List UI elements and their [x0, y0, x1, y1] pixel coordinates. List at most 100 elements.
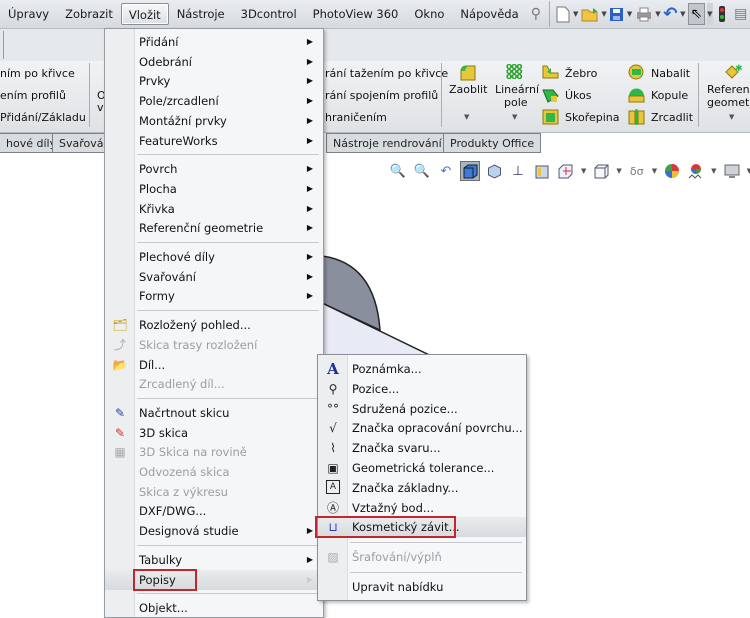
section-dropdown-icon[interactable]: ▼ [581, 167, 586, 175]
reference-geometry-dropdown-icon[interactable]: ▼ [729, 113, 734, 121]
insert-menu-item[interactable]: DXF/DWG... [105, 501, 323, 521]
save-icon[interactable] [609, 5, 624, 23]
glasses-icon[interactable]: δσ [627, 161, 647, 181]
insert-menu-item[interactable]: Formy ▶ [105, 286, 323, 306]
insert-menu-item[interactable]: ✎ 3D skica [105, 423, 323, 443]
tab-weldments[interactable]: Svařová [52, 133, 108, 153]
annotations-menu-item[interactable]: Ⓐ Vztažný bod... [318, 498, 526, 518]
insert-menu-item[interactable]: Křivka ▶ [105, 199, 323, 219]
insert-menu-item[interactable]: 📂 Díl... [105, 355, 323, 375]
insert-menu-item[interactable]: Plocha ▶ [105, 179, 323, 199]
open-dropdown-icon[interactable]: ▼ [601, 10, 607, 18]
menu-upravy[interactable]: Úpravy [0, 3, 57, 25]
section-icon[interactable] [556, 161, 576, 181]
draft-button[interactable]: Úkos [565, 89, 592, 102]
scene-dropdown-icon[interactable]: ▼ [711, 167, 716, 175]
dome-button[interactable]: Kopule [651, 89, 688, 102]
glasses-dropdown-icon[interactable]: ▼ [652, 167, 657, 175]
section-view-icon[interactable] [484, 161, 504, 181]
pin-icon[interactable]: ⚲ [529, 5, 543, 23]
ribbon-swept-boss[interactable]: ním po křivce [0, 67, 75, 80]
annotations-menu-item[interactable]: A Poznámka... [318, 359, 526, 379]
zoom-to-fit-icon[interactable]: 🔍 [388, 161, 408, 181]
linear-pattern-button[interactable]: Lineární [495, 83, 539, 96]
traffic-light-icon[interactable] [715, 5, 729, 23]
mirror-button[interactable]: Zrcadlit [651, 111, 693, 124]
scene-icon[interactable] [686, 161, 706, 181]
appearance-icon[interactable] [662, 161, 682, 181]
monitor-dropdown-icon[interactable]: ▼ [747, 167, 750, 175]
tab-sheet-metal[interactable]: hové díly [0, 133, 56, 153]
new-document-icon[interactable] [556, 5, 570, 23]
view-orientation-icon[interactable]: ⊥ [508, 161, 528, 181]
reference-geometry-button-line2[interactable]: geometr [707, 96, 750, 109]
ribbon-boundary-boss[interactable]: Přidání/Základu [0, 111, 86, 124]
annotations-menu-item[interactable]: ▣ Geometrická tolerance... [318, 458, 526, 478]
print-icon[interactable] [635, 5, 653, 23]
select-pointer-icon[interactable]: ⇖ [688, 3, 705, 25]
save-dropdown-icon[interactable]: ▼ [626, 10, 632, 18]
menu-okno[interactable]: Okno [406, 3, 452, 25]
model-part[interactable] [320, 255, 480, 365]
fillet-button[interactable]: Zaoblit [449, 83, 487, 96]
insert-menu-item[interactable]: Referenční geometrie ▶ [105, 218, 323, 238]
fillet-dropdown-icon[interactable]: ▼ [464, 113, 469, 121]
ribbon-lofted-boss[interactable]: ením profilů [0, 89, 66, 102]
insert-menu-item[interactable]: FeatureWorks ▶ [105, 131, 323, 151]
undo-dropdown-icon[interactable]: ▼ [680, 10, 686, 18]
annotations-menu-item[interactable]: √ Značka opracování povrchu... [318, 418, 526, 438]
options-icon[interactable]: ▤ [734, 5, 748, 23]
shell-button[interactable]: Skořepina [565, 111, 620, 124]
insert-menu-item[interactable]: Odebrání ▶ [105, 52, 323, 72]
insert-menu-item[interactable]: Povrch ▶ [105, 159, 323, 179]
open-folder-icon[interactable] [581, 5, 599, 23]
previous-view-icon[interactable]: ↶ [436, 161, 456, 181]
insert-menu-item[interactable]: ✎ Načrtnout skicu [105, 403, 323, 423]
insert-menu-item[interactable]: Pole/zrcadlení ▶ [105, 91, 323, 111]
hide-show-icon[interactable] [532, 161, 552, 181]
insert-menu-item[interactable]: Designová studie ▶ [105, 521, 323, 541]
menu-nastroje[interactable]: Nástroje [169, 3, 233, 25]
ribbon-lofted-cut[interactable]: rání spojením profilů [325, 89, 438, 102]
wrap-button[interactable]: Nabalit [651, 67, 690, 80]
separator [89, 63, 90, 127]
menu-item-label: Montážní prvky [139, 113, 227, 128]
linear-pattern-dropdown-icon[interactable]: ▼ [512, 113, 517, 121]
annotations-menu-item[interactable]: Upravit nabídku [318, 577, 526, 597]
display-style-icon[interactable] [460, 161, 480, 181]
insert-menu-item[interactable]: Přidání ▶ [105, 32, 323, 52]
ribbon-boundary-cut[interactable]: hraničením [325, 111, 387, 124]
menu-3dcontrol[interactable]: 3Dcontrol [233, 3, 305, 25]
menu-napoveda[interactable]: Nápověda [452, 3, 526, 25]
insert-menu-item[interactable]: Objekt... [105, 598, 323, 618]
monitor-icon[interactable] [722, 161, 742, 181]
undo-icon[interactable]: ↶ [663, 4, 677, 24]
view-cube-icon[interactable] [591, 161, 611, 181]
view-cube-dropdown-icon[interactable]: ▼ [616, 167, 621, 175]
menu-zobrazit[interactable]: Zobrazit [57, 3, 121, 25]
linear-pattern-button-line2[interactable]: pole [504, 96, 528, 109]
insert-menu-item[interactable]: Svařování ▶ [105, 267, 323, 287]
menu-vlozit[interactable]: Vložit [120, 3, 169, 25]
rib-button[interactable]: Žebro [565, 67, 597, 80]
menu-item-label: Skica trasy rozložení [139, 337, 258, 352]
annotations-menu-item[interactable]: °° Sdružená pozice... [318, 399, 526, 419]
annotations-menu-item[interactable]: A Značka základny... [318, 478, 526, 498]
menu-item-label: 3D Skica na rovině [139, 445, 247, 460]
annotations-menu-item[interactable]: ⌇ Značka svaru... [318, 438, 526, 458]
ribbon-swept-cut[interactable]: rání tažením po křivce [325, 67, 448, 80]
tab-render-tools[interactable]: Nástroje rendrování [326, 133, 444, 153]
print-dropdown-icon[interactable]: ▼ [655, 10, 661, 18]
tab-office-products[interactable]: Produkty Office [443, 133, 541, 153]
menu-photoview[interactable]: PhotoView 360 [305, 3, 407, 25]
insert-menu-item[interactable]: Plechové díly ▶ [105, 247, 323, 267]
annotations-menu-item[interactable]: ⚲ Pozice... [318, 379, 526, 399]
zoom-area-icon[interactable]: 🔍 [412, 161, 432, 181]
select-dropdown-icon[interactable]: ▼ [706, 3, 714, 25]
reference-geometry-button[interactable]: Referenč [707, 83, 750, 96]
insert-menu-item[interactable]: 🗂 Rozložený pohled... [105, 315, 323, 335]
insert-menu-item[interactable]: Tabulky ▶ [105, 550, 323, 570]
insert-menu-item[interactable]: Prvky ▶ [105, 71, 323, 91]
new-dropdown-icon[interactable]: ▼ [572, 10, 578, 18]
insert-menu-item[interactable]: Montážní prvky ▶ [105, 111, 323, 131]
